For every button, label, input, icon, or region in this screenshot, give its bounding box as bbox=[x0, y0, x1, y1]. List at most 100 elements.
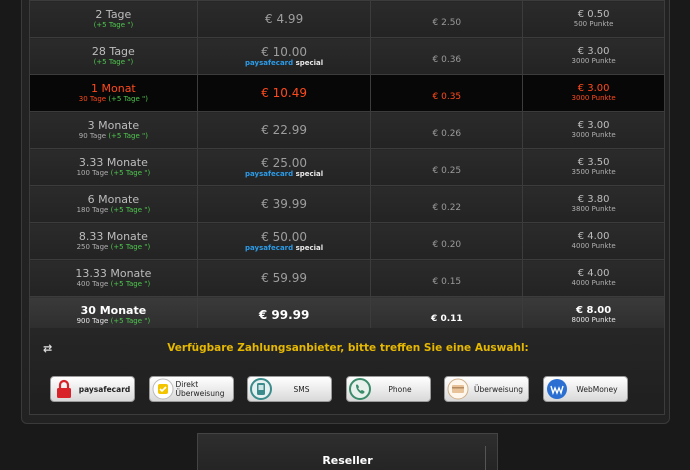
pricing-row[interactable]: 3.33 Monate 100 Tage (+5 Tage ") € 25.00 pa… bbox=[29, 148, 665, 186]
points-price: € 8.00 bbox=[576, 305, 612, 316]
price-value: € 10.49 bbox=[261, 86, 308, 100]
duration-label: 8.33 Monate bbox=[78, 229, 148, 243]
duration-sub: 400 Tage (+5 Tage ") bbox=[30, 280, 197, 289]
duration-cell: 28 Tage (+5 Tage ") bbox=[29, 37, 198, 75]
price-value: € 25.00 bbox=[261, 156, 308, 170]
per-day-value: € 0.25 bbox=[432, 165, 462, 176]
duration-sub: 100 Tage (+5 Tage ") bbox=[30, 169, 197, 178]
special-suffix: special bbox=[293, 59, 324, 67]
duration-cell: 1 Monat 30 Tage (+5 Tage ") bbox=[29, 74, 198, 112]
points-price: € 3.00 bbox=[577, 46, 610, 57]
per-day-cell: € 0.25 bbox=[370, 148, 524, 186]
price-cell: € 10.49 bbox=[196, 74, 372, 112]
points-amount: 3000 Punkte bbox=[571, 94, 616, 102]
points-cell: € 0.50 500 Punkte bbox=[522, 0, 665, 38]
duration-sub: 90 Tage (+5 Tage ") bbox=[30, 132, 197, 141]
points-amount: 3000 Punkte bbox=[571, 57, 616, 65]
page: 2 Tage (+5 Tage ") € 4.99 € 2.50 € 0.50 500 P… bbox=[0, 0, 690, 470]
payment-method-button[interactable]: WebMoney bbox=[542, 375, 628, 403]
duration-sub: (+5 Tage ") bbox=[30, 21, 197, 30]
padlock-icon bbox=[50, 375, 78, 403]
pricing-row[interactable]: 13.33 Monate 400 Tage (+5 Tage ") € 59.99 €… bbox=[29, 259, 665, 297]
reseller-title: Reseller bbox=[322, 454, 373, 467]
bonus-label: (+5 Tage ") bbox=[108, 131, 148, 140]
duration-sub: 180 Tage (+5 Tage ") bbox=[30, 206, 197, 215]
points-cell: € 3.00 3000 Punkte bbox=[522, 37, 665, 75]
price-cell: € 10.00 paysafecard special bbox=[196, 37, 372, 75]
reseller-box[interactable]: Reseller bbox=[197, 433, 498, 470]
days-label: 400 Tage bbox=[76, 279, 109, 288]
price-value: € 39.99 bbox=[261, 197, 308, 211]
points-price: € 3.00 bbox=[577, 120, 610, 131]
per-day-value: € 2.50 bbox=[432, 17, 462, 28]
payment-method-button[interactable]: SMS bbox=[247, 376, 332, 402]
payment-method-button[interactable]: Phone bbox=[345, 375, 431, 403]
duration-cell: 6 Monate 180 Tage (+5 Tage ") bbox=[29, 185, 198, 223]
special-suffix: special bbox=[293, 244, 324, 252]
webmoney-icon bbox=[543, 375, 571, 403]
bonus-label: (+5 Tage ") bbox=[110, 279, 151, 288]
bank-transfer-icon bbox=[444, 375, 472, 403]
points-price: € 3.50 bbox=[577, 157, 610, 168]
bonus-label: (+5 Tage ") bbox=[110, 316, 151, 325]
days-label: 900 Tage bbox=[76, 316, 109, 325]
per-day-cell: € 0.20 bbox=[370, 222, 524, 260]
points-cell: € 3.00 3000 Punkte bbox=[522, 111, 665, 149]
pricing-row[interactable]: 8.33 Monate 250 Tage (+5 Tage ") € 50.00 pa… bbox=[29, 222, 665, 260]
duration-sub: 30 Tage (+5 Tage ") bbox=[30, 95, 197, 104]
points-amount: 3800 Punkte bbox=[571, 205, 616, 213]
per-day-cell: € 0.15 bbox=[370, 259, 524, 297]
per-day-value: € 0.26 bbox=[432, 128, 462, 139]
points-amount: 3500 Punkte bbox=[571, 168, 616, 176]
paysafecard-brand: paysafecard bbox=[245, 170, 294, 178]
duration-label: 3 Monate bbox=[87, 118, 140, 132]
pricing-row[interactable]: 1 Monat 30 Tage (+5 Tage ") € 10.49 € 0.35 €… bbox=[29, 74, 665, 112]
price-value: € 50.00 bbox=[261, 230, 308, 244]
payment-method-button[interactable]: Überweisung bbox=[444, 376, 529, 402]
paysafecard-brand: paysafecard bbox=[245, 59, 294, 67]
price-value: € 4.99 bbox=[265, 12, 304, 26]
per-day-value: € 0.35 bbox=[432, 91, 462, 102]
pricing-row[interactable]: 2 Tage (+5 Tage ") € 4.99 € 2.50 € 0.50 500 P… bbox=[29, 0, 665, 38]
pricing-row[interactable]: 3 Monate 90 Tage (+5 Tage ") € 22.99 € 0.26… bbox=[29, 111, 665, 149]
days-label: 90 Tage bbox=[78, 131, 107, 140]
bonus-label: (+5 Tage ") bbox=[108, 94, 148, 103]
payment-providers-section: ⇄ Verfügbare Zahlungsanbieter, bitte tre… bbox=[29, 328, 665, 415]
payment-method-label: WebMoney bbox=[576, 384, 618, 394]
price-cell: € 39.99 bbox=[196, 185, 372, 223]
payment-method-label: SMS bbox=[293, 384, 310, 394]
points-amount: 4000 Punkte bbox=[571, 279, 616, 287]
phone-icon bbox=[346, 375, 374, 403]
pricing-row[interactable]: 6 Monate 180 Tage (+5 Tage ") € 39.99 € 0.2… bbox=[29, 185, 665, 223]
pricing-table: 2 Tage (+5 Tage ") € 4.99 € 2.50 € 0.50 500 P… bbox=[29, 0, 665, 334]
days-label: 180 Tage bbox=[76, 205, 109, 214]
price-cell: € 4.99 bbox=[196, 0, 372, 38]
duration-cell: 3.33 Monate 100 Tage (+5 Tage ") bbox=[29, 148, 198, 186]
points-amount: 500 Punkte bbox=[573, 20, 614, 28]
points-cell: € 4.00 4000 Punkte bbox=[522, 259, 665, 297]
paysafecard-special-label: paysafecard special bbox=[198, 244, 371, 252]
duration-sub: (+5 Tage ") bbox=[30, 58, 197, 67]
bonus-label: (+5 Tage ") bbox=[93, 20, 134, 29]
price-cell: € 59.99 bbox=[196, 259, 372, 297]
payment-heading: Verfügbare Zahlungsanbieter, bitte treff… bbox=[167, 342, 529, 354]
payment-method-button[interactable]: Direkt Überweisung bbox=[148, 376, 234, 402]
points-cell: € 3.50 3500 Punkte bbox=[522, 148, 665, 186]
points-amount: 8000 Punkte bbox=[571, 316, 616, 324]
duration-sub: 250 Tage (+5 Tage ") bbox=[30, 243, 197, 252]
per-day-value: € 0.36 bbox=[432, 54, 462, 65]
duration-sub: 900 Tage (+5 Tage ") bbox=[30, 317, 197, 326]
points-price: € 3.00 bbox=[577, 83, 610, 94]
payment-method-label: Direkt Überweisung bbox=[175, 380, 225, 398]
payment-method-button[interactable]: paysafecard bbox=[50, 376, 135, 402]
bonus-label: (+5 Tage ") bbox=[110, 205, 151, 214]
duration-label: 3.33 Monate bbox=[78, 155, 148, 169]
sms-icon bbox=[247, 375, 275, 403]
price-cell: € 50.00 paysafecard special bbox=[196, 222, 372, 260]
duration-label: 2 Tage bbox=[95, 7, 132, 21]
payment-method-label: Phone bbox=[388, 384, 412, 394]
points-amount: 3000 Punkte bbox=[571, 131, 616, 139]
pricing-row[interactable]: 28 Tage (+5 Tage ") € 10.00 paysafecard spe… bbox=[29, 37, 665, 75]
pricing-rows: 2 Tage (+5 Tage ") € 4.99 € 2.50 € 0.50 500 P… bbox=[29, 0, 665, 334]
days-label: 250 Tage bbox=[76, 242, 109, 251]
